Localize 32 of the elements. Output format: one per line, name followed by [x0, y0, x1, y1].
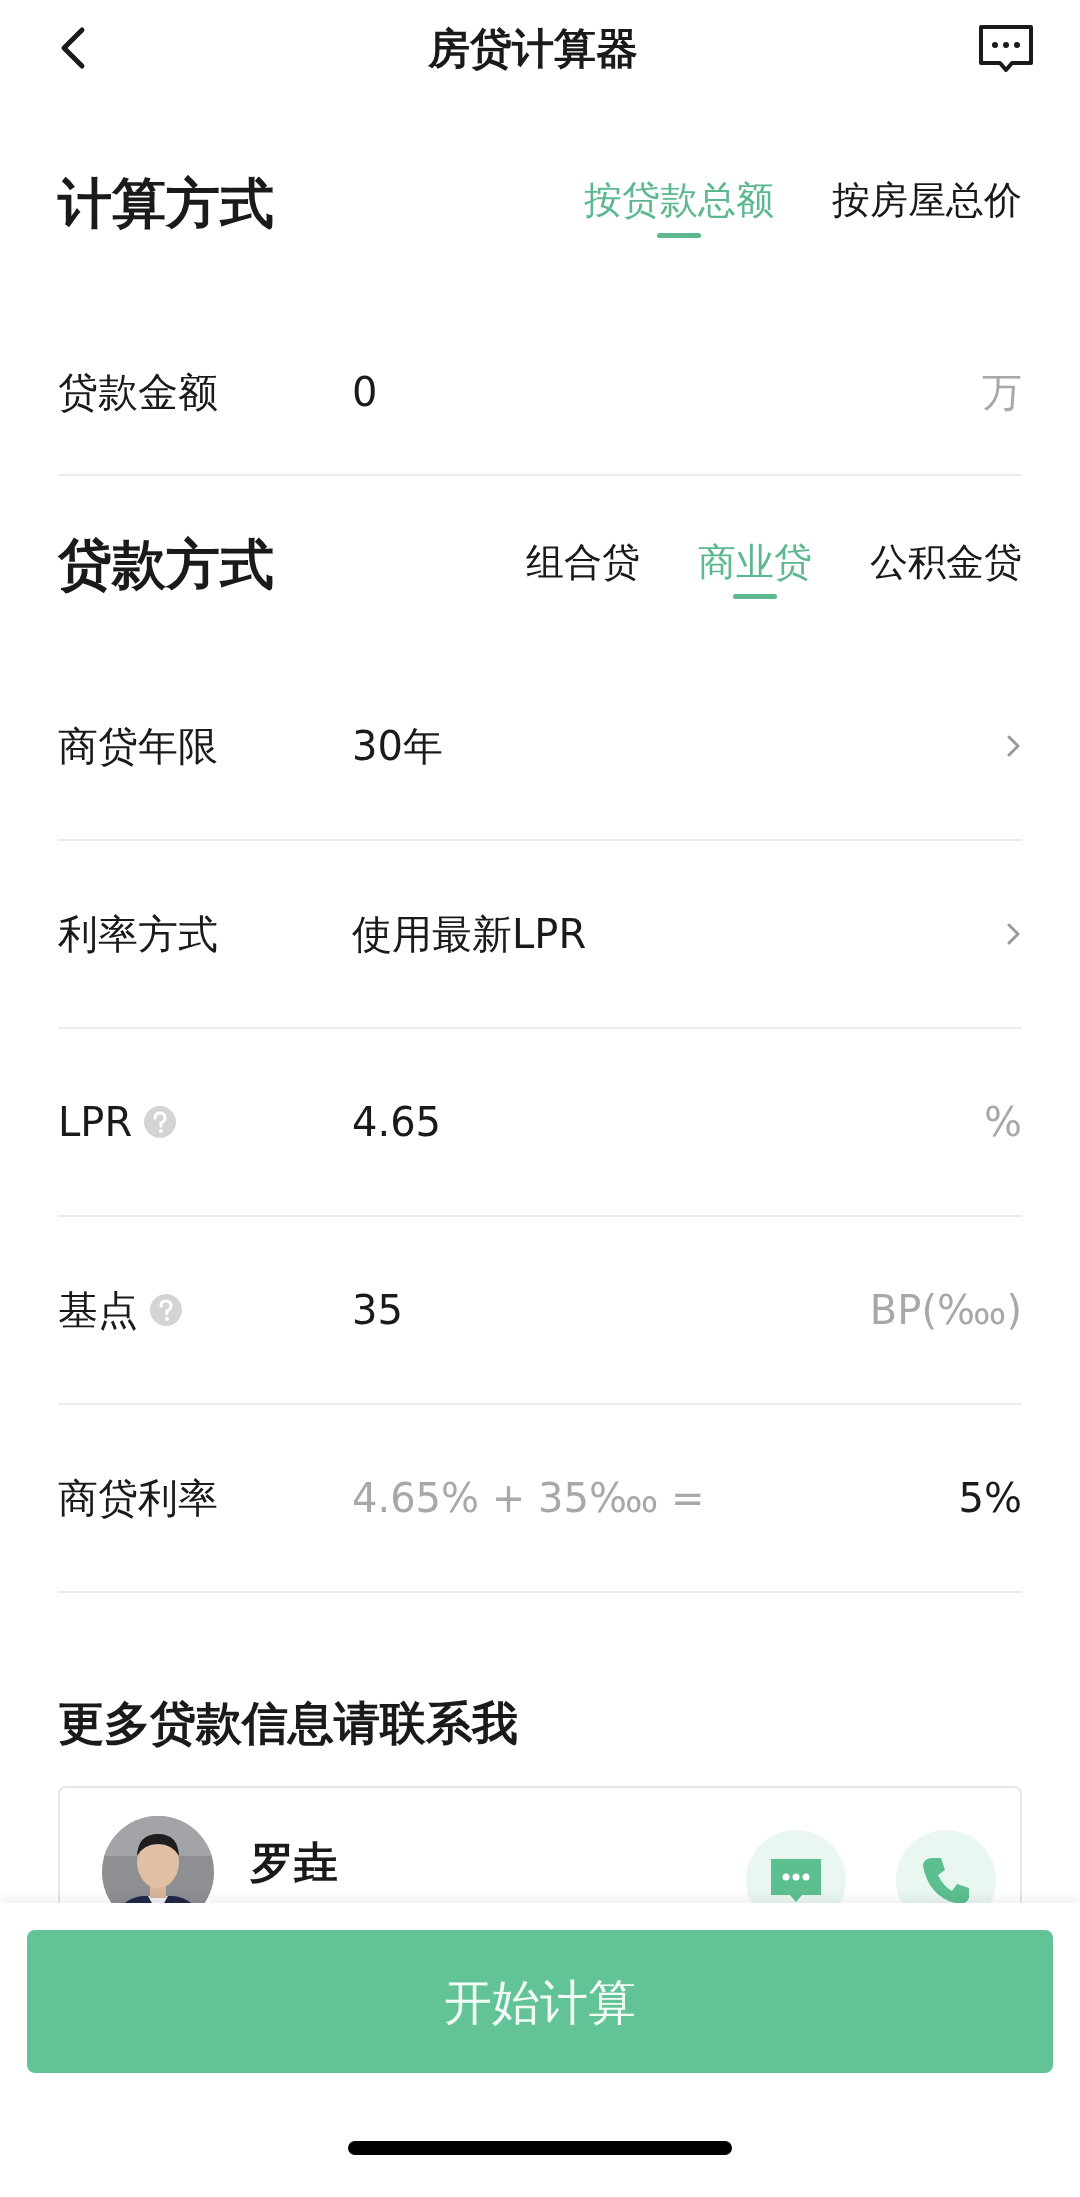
call-button[interactable] — [896, 1830, 996, 1903]
unit-label: BP(‱) — [869, 1286, 1022, 1335]
value-input[interactable]: 4.65 — [352, 1092, 984, 1152]
field-label: 贷款金额 — [58, 368, 218, 417]
field-label: 商贷年限 — [58, 722, 218, 771]
chevron-right-icon — [1006, 922, 1022, 946]
tab[interactable]: 按房屋总价 — [832, 168, 1022, 238]
section-title: 更多贷款信息请联系我 — [58, 1695, 519, 1752]
field-label: 商贷利率 — [58, 1474, 218, 1523]
field-label: 基点 — [58, 1286, 138, 1335]
field-value[interactable]: 使用最新LPR — [352, 904, 1006, 964]
tab[interactable]: 公积金贷 — [870, 529, 1022, 600]
field-label: LPR — [58, 1098, 133, 1147]
message-icon[interactable] — [978, 23, 1034, 73]
help-icon[interactable] — [150, 1294, 182, 1326]
agent-name: 罗垚 — [250, 1836, 339, 1890]
unit-label: % — [984, 1098, 1022, 1147]
tab[interactable]: 组合贷 — [526, 529, 640, 600]
field-label: 利率方式 — [58, 910, 218, 959]
rate-result: 5% — [958, 1474, 1022, 1523]
chevron-right-icon — [1006, 734, 1022, 758]
unit-label: 万 — [982, 368, 1022, 417]
chat-button[interactable] — [746, 1830, 846, 1903]
help-icon[interactable] — [144, 1106, 177, 1138]
amount-input[interactable]: 0 — [352, 362, 982, 422]
section-title: 贷款方式 — [58, 532, 274, 598]
chat-bubble-icon — [769, 1857, 823, 1903]
rate-formula: 4.65% + 35‱ = — [352, 1474, 705, 1523]
value-input[interactable]: 35 — [352, 1280, 870, 1340]
section-title: 计算方式 — [58, 170, 274, 237]
field-value[interactable]: 30年 — [352, 716, 1006, 776]
page-title: 房贷计算器 — [428, 22, 638, 75]
